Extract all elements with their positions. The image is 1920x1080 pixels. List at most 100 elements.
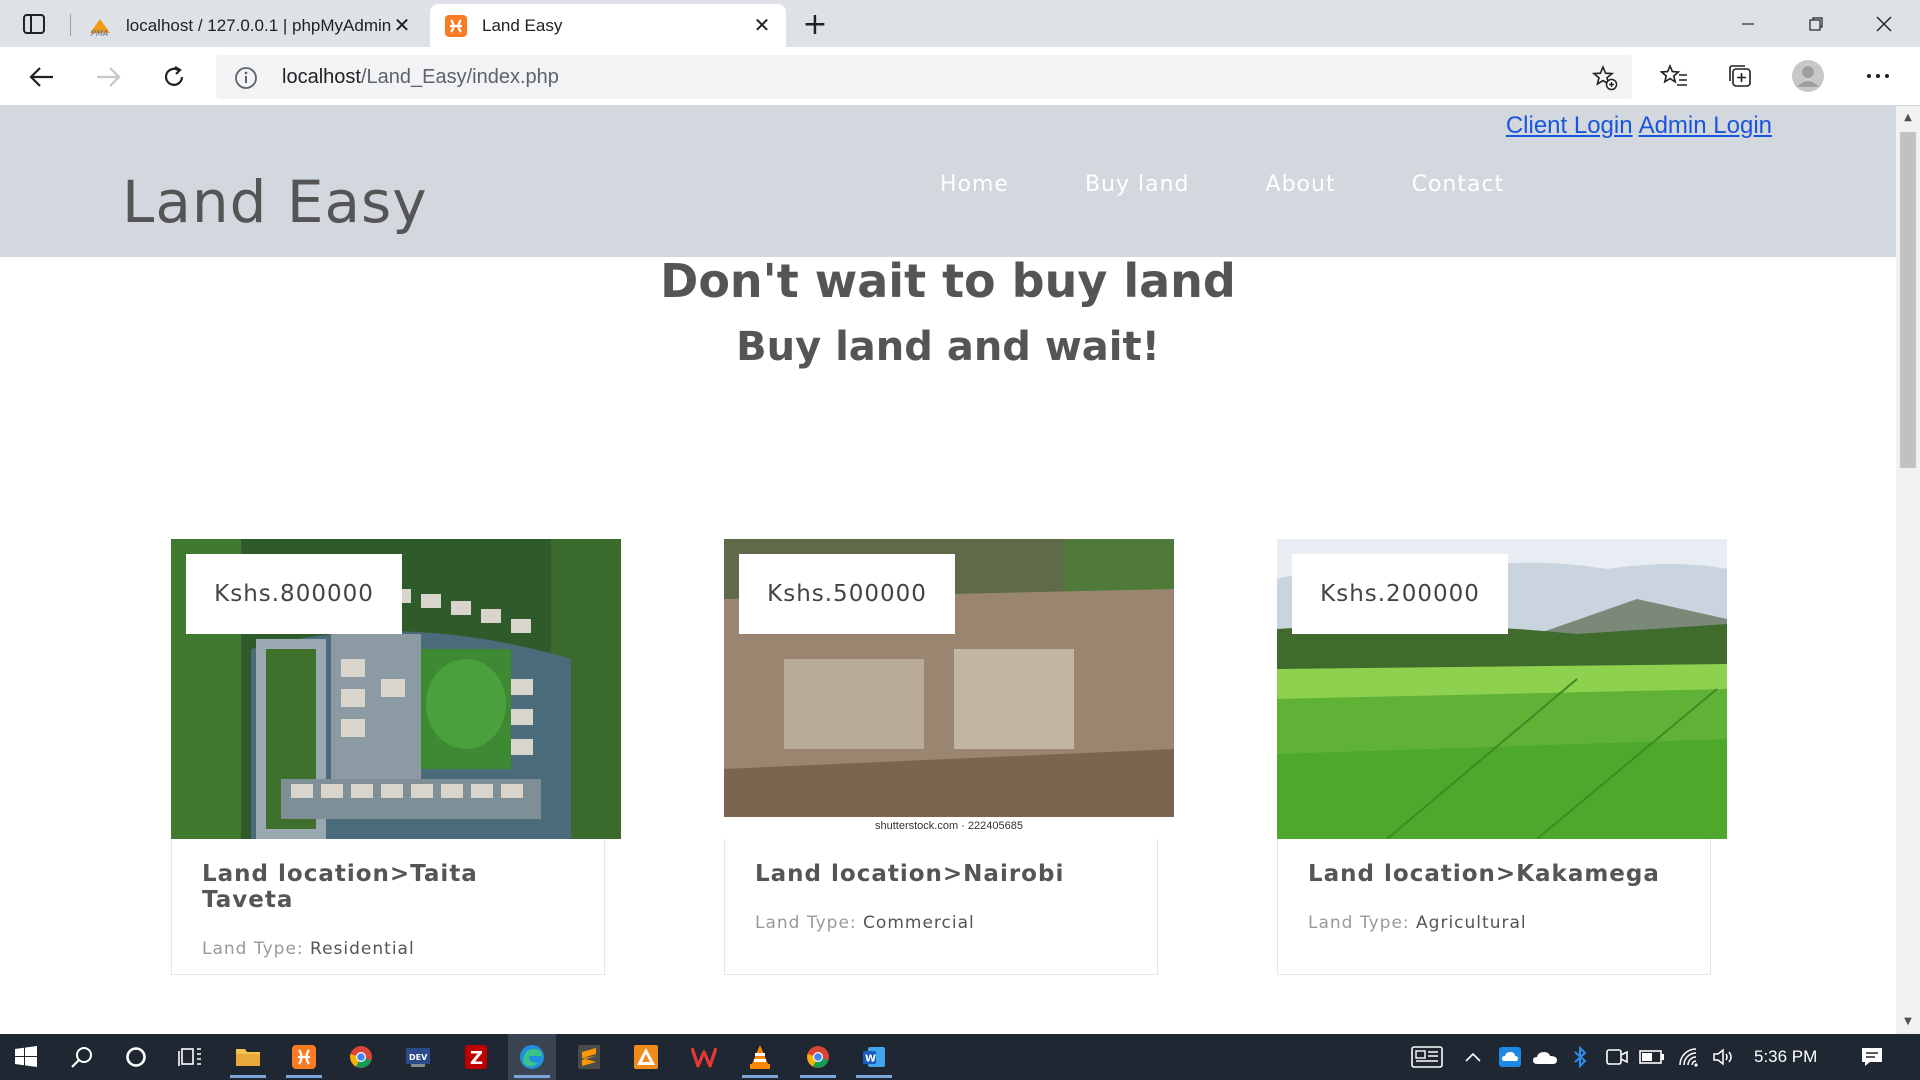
- running-indicator: [514, 1075, 550, 1078]
- taskbar-sublime[interactable]: [565, 1034, 613, 1080]
- running-indicator: [286, 1075, 322, 1078]
- nav-buy-land[interactable]: Buy land: [1085, 172, 1190, 197]
- tab-title: localhost / 127.0.0.1 | phpMyAdmin: [126, 15, 392, 35]
- listing-location[interactable]: Land location>Taita Taveta: [202, 861, 574, 913]
- restore-button[interactable]: [1782, 0, 1850, 47]
- show-hidden-icons-button[interactable]: [1460, 1034, 1486, 1080]
- taskbar-word[interactable]: W: [850, 1034, 898, 1080]
- battery-icon: [1639, 1050, 1664, 1064]
- admin-login-link[interactable]: Admin Login: [1639, 112, 1772, 139]
- running-indicator: [800, 1075, 836, 1078]
- back-arrow-icon: [29, 67, 53, 87]
- tray-bluetooth[interactable]: [1568, 1034, 1592, 1080]
- land-type-label: Land Type:: [755, 913, 857, 933]
- tray-wifi[interactable]: [1676, 1034, 1704, 1080]
- taskbar-edge[interactable]: [508, 1034, 556, 1080]
- dev-cpp-icon: DEV: [406, 1048, 430, 1067]
- back-button[interactable]: [24, 59, 60, 95]
- vlc-icon: [750, 1045, 770, 1069]
- reload-button[interactable]: [156, 59, 192, 95]
- chrome-icon: [350, 1046, 372, 1068]
- tab-phpmyadmin[interactable]: PMA localhost / 127.0.0.1 | phpMyAdmin ✕: [74, 4, 426, 47]
- listing-location[interactable]: Land location>Nairobi: [755, 861, 1127, 887]
- close-window-button[interactable]: [1850, 0, 1918, 47]
- notification-icon: [1862, 1048, 1882, 1066]
- listing-location[interactable]: Land location>Kakamega: [1308, 861, 1680, 887]
- tray-meet-now[interactable]: [1604, 1034, 1630, 1080]
- taskbar-chrome-2[interactable]: [794, 1034, 842, 1080]
- favorites-button[interactable]: [1658, 60, 1690, 92]
- taskbar-filezilla[interactable]: Z: [452, 1034, 500, 1080]
- listing-card[interactable]: Kshs.500000 shutterstock.com · 222405685…: [724, 539, 1174, 975]
- cortana-button[interactable]: [112, 1034, 160, 1080]
- taskbar-clock[interactable]: 5:36 PM: [1754, 1047, 1817, 1067]
- tray-volume[interactable]: [1710, 1034, 1738, 1080]
- close-tab-icon[interactable]: ✕: [392, 15, 412, 37]
- listing-image-commercial[interactable]: Kshs.500000 shutterstock.com · 222405685: [724, 539, 1174, 839]
- taskbar-app[interactable]: [622, 1034, 670, 1080]
- scroll-up-icon[interactable]: ▲: [1902, 112, 1914, 124]
- news-widget-button[interactable]: [1408, 1034, 1446, 1080]
- url-host: localhost: [282, 66, 361, 88]
- tab-land-easy[interactable]: Land Easy ✕: [430, 4, 786, 47]
- xampp-icon: [444, 14, 468, 38]
- notifications-button[interactable]: [1854, 1034, 1890, 1080]
- minimize-button[interactable]: [1714, 0, 1782, 47]
- taskbar-wps[interactable]: [680, 1034, 728, 1080]
- forward-arrow-icon: [97, 67, 121, 87]
- page-viewport: Client Login Admin Login Land Easy Home B…: [0, 106, 1896, 1034]
- restore-icon: [1809, 16, 1823, 31]
- task-view-button[interactable]: [166, 1034, 214, 1080]
- bluetooth-icon: [1574, 1046, 1587, 1068]
- listing-image-agricultural[interactable]: Kshs.200000: [1277, 539, 1727, 839]
- tab-title: Land Easy: [482, 15, 563, 35]
- listing-card[interactable]: Kshs.800000 Land location>Taita Taveta L…: [171, 539, 621, 975]
- taskbar-dev-cpp[interactable]: DEV: [394, 1034, 442, 1080]
- taskbar-file-explorer[interactable]: [224, 1034, 272, 1080]
- phpmyadmin-icon: PMA: [88, 14, 112, 38]
- nav-about[interactable]: About: [1266, 172, 1336, 197]
- land-type-label: Land Type:: [1308, 913, 1410, 933]
- svg-text:W: W: [865, 1054, 876, 1065]
- task-view-icon: [178, 1048, 201, 1066]
- address-bar[interactable]: localhost/Land_Easy/index.php: [216, 55, 1632, 99]
- price-badge: Kshs.800000: [186, 554, 402, 634]
- cortana-icon: [126, 1047, 146, 1067]
- page-scrollbar[interactable]: ▲ ▼: [1896, 106, 1920, 1034]
- app-icon: [634, 1045, 658, 1069]
- tray-cloud-sync[interactable]: [1496, 1034, 1524, 1080]
- tray-onedrive[interactable]: [1530, 1034, 1560, 1080]
- nav-home[interactable]: Home: [940, 172, 1009, 197]
- search-button[interactable]: [58, 1034, 106, 1080]
- running-indicator: [742, 1075, 778, 1078]
- forward-button[interactable]: [90, 59, 126, 95]
- close-tab-icon[interactable]: ✕: [752, 15, 772, 37]
- avatar-icon: [1792, 60, 1824, 92]
- scrollbar-thumb[interactable]: [1900, 132, 1916, 468]
- listing-card[interactable]: Kshs.200000 Land location>Kakamega Land …: [1277, 539, 1727, 975]
- add-favorite-icon[interactable]: [1592, 65, 1618, 91]
- nav-contact[interactable]: Contact: [1412, 172, 1505, 197]
- news-icon: [1411, 1046, 1443, 1068]
- start-button[interactable]: [2, 1034, 50, 1080]
- taskbar-xampp[interactable]: [280, 1034, 328, 1080]
- client-login-link[interactable]: Client Login: [1506, 112, 1633, 139]
- onedrive-icon: [1533, 1052, 1557, 1064]
- tab-actions-button[interactable]: [18, 10, 50, 38]
- site-info-icon[interactable]: [234, 66, 258, 90]
- site-brand[interactable]: Land Easy: [122, 168, 428, 236]
- settings-more-button[interactable]: [1862, 60, 1894, 92]
- volume-icon: [1713, 1048, 1732, 1066]
- webcam-icon: [1606, 1049, 1628, 1065]
- taskbar-vlc[interactable]: [736, 1034, 784, 1080]
- word-icon: W: [863, 1047, 885, 1067]
- land-type-value: Commercial: [863, 913, 975, 933]
- tray-battery[interactable]: [1638, 1034, 1666, 1080]
- profile-button[interactable]: [1792, 60, 1824, 92]
- taskbar-chrome[interactable]: [337, 1034, 385, 1080]
- collections-button[interactable]: [1724, 60, 1756, 92]
- scroll-down-icon[interactable]: ▼: [1902, 1016, 1914, 1028]
- new-tab-button[interactable]: +: [798, 7, 832, 42]
- login-links: Client Login Admin Login: [1500, 112, 1772, 140]
- listing-image-residential[interactable]: Kshs.800000: [171, 539, 621, 839]
